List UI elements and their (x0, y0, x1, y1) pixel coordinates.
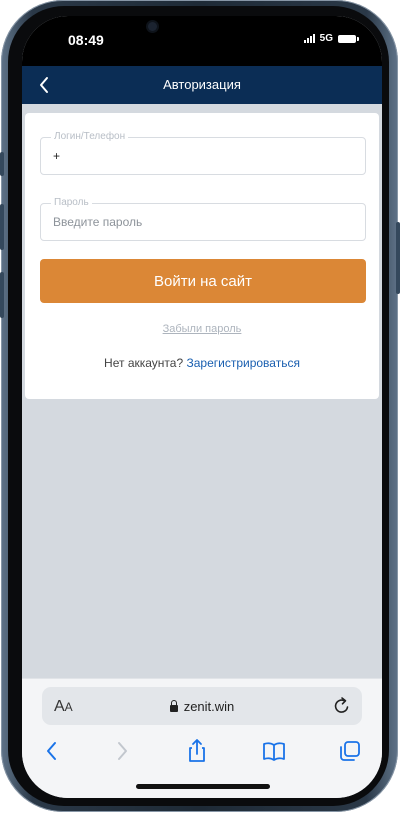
screen: 08:49 5G Авторизация Логин/Телефон Парол… (22, 16, 382, 798)
signal-icon (303, 34, 315, 43)
password-input[interactable] (53, 215, 343, 229)
status-time: 08:49 (68, 32, 104, 48)
login-field-label: Логин/Телефон (51, 131, 129, 142)
forgot-password-link[interactable]: Забыли пароль (25, 323, 379, 335)
login-input[interactable] (53, 149, 343, 163)
network-type: 5G (319, 33, 333, 44)
reload-icon[interactable] (332, 696, 352, 716)
forward-icon[interactable] (108, 737, 136, 765)
volume-up-button (0, 204, 4, 250)
url-text: zenit.win (183, 699, 235, 714)
battery-icon (338, 34, 359, 43)
password-field-label: Пароль (51, 197, 92, 208)
app-header: Авторизация (22, 66, 382, 104)
tabs-icon[interactable] (336, 737, 364, 765)
silent-switch (0, 152, 4, 176)
register-link[interactable]: Зарегистрироваться (186, 356, 299, 370)
home-indicator[interactable] (136, 784, 270, 789)
no-account-text: Нет аккаунта? (104, 356, 184, 370)
volume-down-button (0, 272, 4, 318)
back-icon[interactable] (38, 737, 66, 765)
page-title: Авторизация (163, 77, 241, 92)
url-display[interactable]: zenit.win (42, 699, 362, 714)
status-indicators: 5G (303, 33, 359, 44)
browser-chrome: AA zenit.win (22, 678, 382, 798)
bookmarks-icon[interactable] (260, 737, 288, 765)
login-submit-button[interactable]: Войти на сайт (40, 259, 366, 303)
browser-toolbar (22, 737, 382, 771)
lock-icon (169, 700, 178, 712)
login-form-card: Логин/Телефон Пароль Войти на сайт Забыл… (25, 113, 379, 399)
register-prompt: Нет аккаунта? Зарегистрироваться (25, 356, 379, 370)
status-bar: 08:49 5G (22, 16, 382, 66)
login-field[interactable]: Логин/Телефон (40, 131, 366, 175)
front-camera (148, 22, 157, 31)
share-icon[interactable] (183, 737, 211, 765)
power-button (396, 222, 400, 294)
address-bar[interactable]: AA zenit.win (42, 687, 362, 725)
password-field[interactable]: Пароль (40, 197, 366, 241)
